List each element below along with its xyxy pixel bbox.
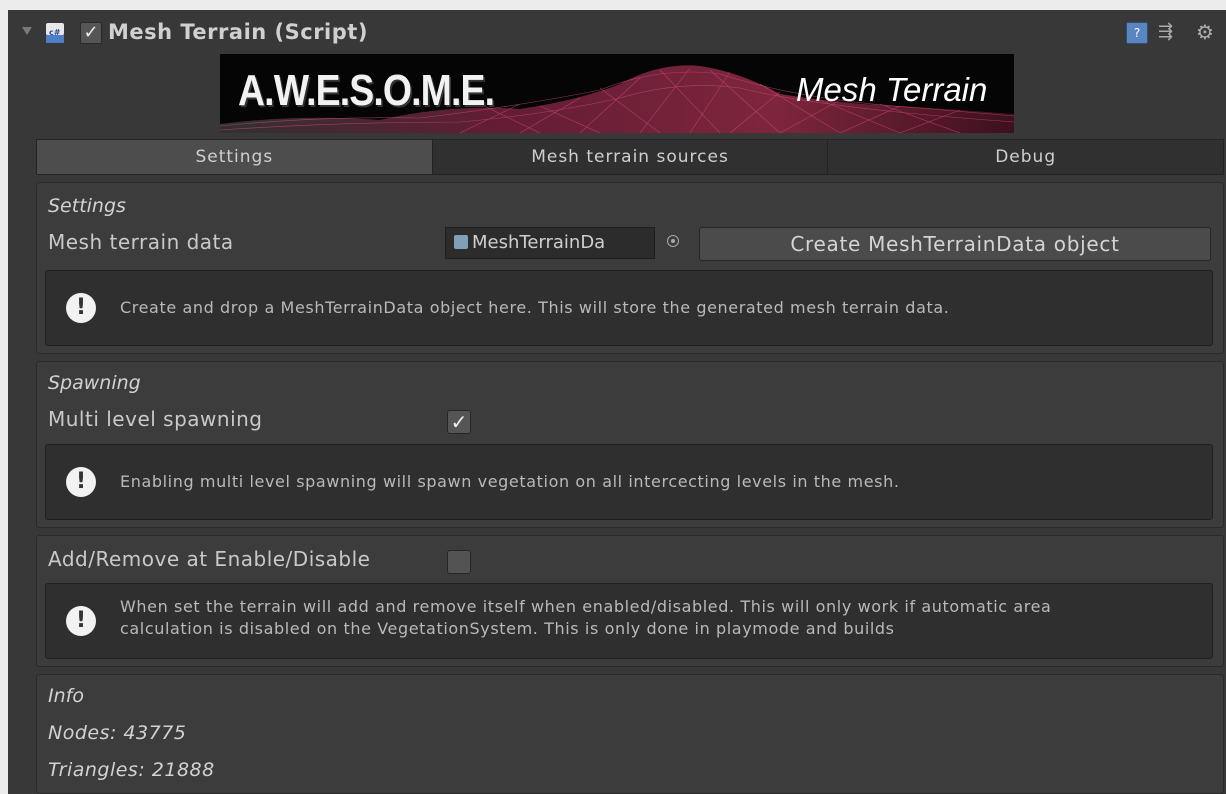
csharp-script-icon: c# (46, 23, 64, 43)
tab-settings[interactable]: Settings (37, 140, 433, 174)
mesh-terrain-data-label: Mesh terrain data (48, 230, 234, 254)
create-meshterraindata-button[interactable]: Create MeshTerrainData object (699, 227, 1211, 261)
banner-awesome-text: A.W.E.S.O.M.E. (238, 66, 495, 115)
settings-help-text: Create and drop a MeshTerrainData object… (120, 298, 950, 317)
spawning-help-box: ! Enabling multi level spawning will spa… (45, 444, 1213, 520)
info-icon: ! (66, 606, 96, 636)
mesh-terrain-data-field[interactable]: MeshTerrainDa (445, 227, 655, 259)
enable-disable-help-text: When set the terrain will add and remove… (120, 597, 1052, 638)
nodes-count: Nodes: 43775 (48, 722, 187, 744)
gear-icon[interactable]: ⚙ (1196, 22, 1216, 42)
scriptable-object-icon (454, 235, 468, 249)
inspector-panel: c# ✓ Mesh Terrain (Script) ? ⇶ ⚙ A.W.E.S… (8, 10, 1226, 794)
settings-help-box: ! Create and drop a MeshTerrainData obje… (45, 270, 1213, 346)
settings-section: Settings Mesh terrain data MeshTerrainDa… (36, 182, 1224, 354)
component-enabled-checkbox[interactable]: ✓ (80, 22, 102, 44)
enable-disable-help-box: ! When set the terrain will add and remo… (45, 583, 1213, 659)
add-remove-enable-disable-checkbox[interactable] (447, 550, 471, 574)
tab-bar: Settings Mesh terrain sources Debug (36, 139, 1224, 175)
info-icon: ! (66, 467, 96, 497)
component-title: Mesh Terrain (Script) (108, 20, 368, 44)
spawning-section: Spawning Multi level spawning ✓ ! Enabli… (36, 361, 1224, 528)
object-picker-icon[interactable] (667, 235, 679, 247)
spawning-help-text: Enabling multi level spawning will spawn… (120, 472, 900, 491)
section-title-spawning: Spawning (48, 372, 141, 394)
banner-image: A.W.E.S.O.M.E. Mesh Terrain (220, 54, 1014, 133)
section-title-settings: Settings (48, 195, 126, 217)
multi-level-spawning-checkbox[interactable]: ✓ (447, 410, 471, 434)
multi-level-spawning-label: Multi level spawning (48, 407, 263, 431)
help-book-icon[interactable]: ? (1126, 22, 1148, 44)
banner-mesh-terrain-text: Mesh Terrain (796, 71, 988, 108)
enable-disable-section: Add/Remove at Enable/Disable ! When set … (36, 535, 1224, 667)
section-title-info: Info (48, 685, 84, 707)
info-icon: ! (66, 293, 96, 323)
preset-icon[interactable]: ⇶ (1158, 22, 1178, 42)
tab-mesh-terrain-sources[interactable]: Mesh terrain sources (433, 140, 829, 174)
add-remove-enable-disable-label: Add/Remove at Enable/Disable (48, 547, 371, 571)
info-section: Info Nodes: 43775 Triangles: 21888 (36, 674, 1224, 794)
foldout-arrow-icon[interactable] (22, 27, 32, 35)
triangles-count: Triangles: 21888 (48, 759, 215, 781)
component-header[interactable]: c# ✓ Mesh Terrain (Script) ? ⇶ ⚙ (8, 10, 1226, 56)
tab-debug[interactable]: Debug (828, 140, 1223, 174)
